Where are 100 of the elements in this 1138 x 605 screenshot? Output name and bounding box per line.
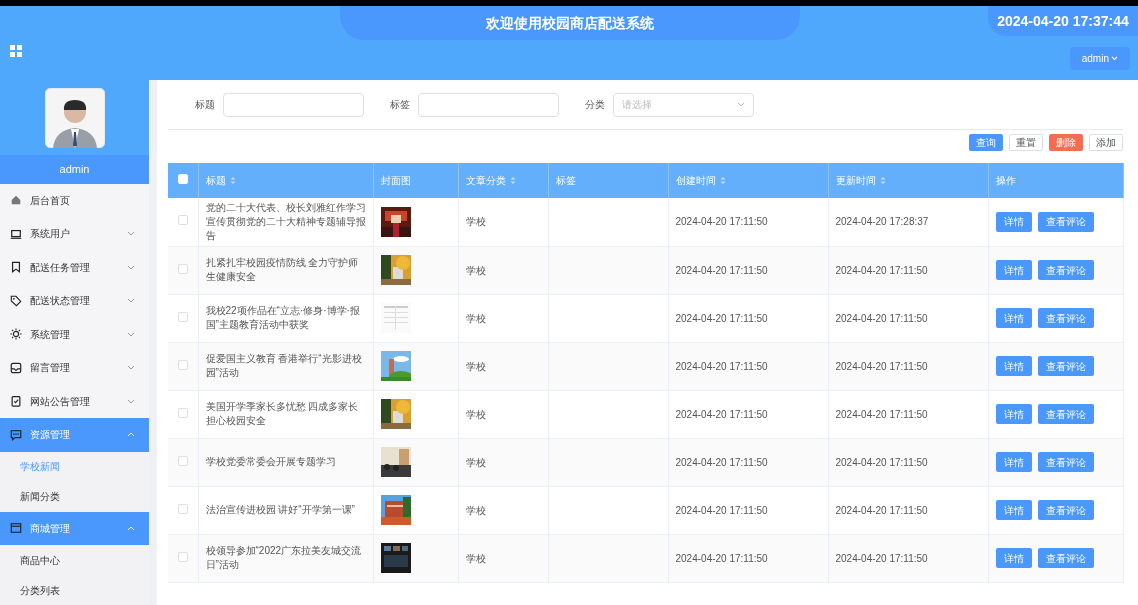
app-title: 欢迎使用校园商店配送系统 xyxy=(486,13,654,33)
row-checkbox[interactable] xyxy=(177,407,188,418)
chevron-up-icon xyxy=(127,525,135,531)
menu-item[interactable]: 商城管理 xyxy=(0,511,149,545)
row-checkbox[interactable] xyxy=(177,503,188,514)
row-checkbox[interactable] xyxy=(177,263,188,274)
column-header: 标签 xyxy=(555,174,576,188)
table-cell: 2024-04-20 17:11:50 xyxy=(668,534,828,582)
row-action-button[interactable]: 详情 xyxy=(995,356,1032,376)
chevron-down-icon xyxy=(127,365,135,371)
menu-item[interactable]: 资源管理 xyxy=(0,418,149,452)
menu-item[interactable]: 配送状态管理 xyxy=(0,284,149,318)
row-action-button[interactable]: 查看评论 xyxy=(1037,211,1094,232)
table-cell: 2024-04-20 17:11:50 xyxy=(668,486,828,534)
input-field[interactable] xyxy=(223,92,364,117)
chevron-down-icon xyxy=(737,102,745,107)
column-header: 更新时间 xyxy=(835,174,876,188)
row-checkbox[interactable] xyxy=(177,311,188,322)
row-action-button[interactable]: 查看评论 xyxy=(1037,404,1094,424)
clipboard-check-icon xyxy=(10,395,22,408)
menu-item[interactable]: 系统用户 xyxy=(0,217,149,251)
field-label: 标签 xyxy=(390,98,410,112)
row-action-button[interactable]: 详情 xyxy=(995,260,1032,280)
action-button[interactable]: 添加 xyxy=(1089,134,1123,151)
inbox-icon xyxy=(10,361,22,374)
chevron-down-icon xyxy=(127,231,135,237)
select-field[interactable]: 请选择 xyxy=(613,92,754,117)
caret-icon xyxy=(1111,56,1118,61)
action-button[interactable]: 重置 xyxy=(1009,134,1043,151)
chevron-up-icon xyxy=(127,432,135,438)
menu-item[interactable]: 网站公告管理 xyxy=(0,384,149,418)
row-checkbox[interactable] xyxy=(177,455,188,466)
row-checkbox[interactable] xyxy=(177,359,188,370)
sort-icon[interactable] xyxy=(229,176,236,185)
column-header: 操作 xyxy=(995,174,1016,188)
store-icon xyxy=(10,522,22,535)
table-cell: 2024-04-20 17:11:50 xyxy=(828,342,988,390)
row-action-button[interactable]: 查看评论 xyxy=(1037,260,1094,280)
row-action-button[interactable]: 查看评论 xyxy=(1037,548,1094,568)
menu-item[interactable]: 系统管理 xyxy=(0,317,149,351)
row-action-button[interactable]: 详情 xyxy=(995,404,1032,424)
table-cell: 学校 xyxy=(458,294,548,342)
row-action-button[interactable]: 详情 xyxy=(995,500,1032,520)
table-cell: 学校 xyxy=(458,198,548,246)
action-button[interactable]: 查询 xyxy=(969,134,1003,151)
user-menu-button[interactable]: admin xyxy=(1069,47,1130,70)
table-cell: 2024-04-20 17:11:50 xyxy=(668,198,828,246)
select-all-checkbox[interactable] xyxy=(177,174,188,184)
table-cell: 学校 xyxy=(458,246,548,294)
apps-grid-icon[interactable] xyxy=(10,45,22,57)
row-action-button[interactable]: 详情 xyxy=(995,211,1032,232)
row-checkbox[interactable] xyxy=(177,551,188,562)
row-action-button[interactable]: 查看评论 xyxy=(1037,356,1094,376)
input-field[interactable] xyxy=(418,92,559,117)
table-cell: 我校22项作品在“立志·修身·博学·报国”主题教育活动中获奖 xyxy=(198,294,373,342)
row-checkbox[interactable] xyxy=(177,215,188,226)
table-cell: 学校党委常委会开展专题学习 xyxy=(198,438,373,486)
chevron-down-icon xyxy=(127,264,135,270)
chevron-down-icon xyxy=(127,298,135,304)
menu-item[interactable]: 留言管理 xyxy=(0,351,149,385)
table-cell: 2024-04-20 17:11:50 xyxy=(828,246,988,294)
row-action-button[interactable]: 详情 xyxy=(995,452,1032,472)
sun-icon xyxy=(10,328,22,341)
action-button[interactable]: 删除 xyxy=(1049,134,1083,151)
chevron-down-icon xyxy=(127,398,135,404)
table-cell: 学校 xyxy=(458,390,548,438)
user-name: admin xyxy=(59,162,90,178)
field-label: 分类 xyxy=(585,98,605,112)
row-action-button[interactable]: 查看评论 xyxy=(1037,308,1094,328)
table-cell: 2024-04-20 17:11:50 xyxy=(668,390,828,438)
sort-icon[interactable] xyxy=(719,176,726,185)
column-header: 标题 xyxy=(205,174,226,188)
sort-icon[interactable] xyxy=(879,176,886,185)
table-cell: 2024-04-20 17:11:50 xyxy=(828,438,988,486)
table-cell: 校领导参加“2022广东拉美友城交流日”活动 xyxy=(198,534,373,582)
table-cell: 2024-04-20 17:11:50 xyxy=(828,486,988,534)
row-action-button[interactable]: 详情 xyxy=(995,308,1032,328)
table-cell: 法治宣传进校园 讲好“开学第一课” xyxy=(198,486,373,534)
menu-item[interactable]: 后台首页 xyxy=(0,183,149,217)
field-label: 标题 xyxy=(195,98,215,112)
home-icon xyxy=(10,194,22,207)
datetime-text: 2024-04-20 17:37:44 xyxy=(997,11,1129,31)
table-cell: 2024-04-20 17:11:50 xyxy=(668,438,828,486)
table-cell: 美国开学季家长多忧愁 四成多家长担心校园安全 xyxy=(198,390,373,438)
row-action-button[interactable]: 查看评论 xyxy=(1037,500,1094,520)
table-cell: 扎紧扎牢校园疫情防线 全力守护师生健康安全 xyxy=(198,246,373,294)
table-cell: 党的二十大代表、校长刘雅红作学习宣传贯彻党的二十大精神专题辅导报告 xyxy=(198,198,373,246)
sort-icon[interactable] xyxy=(509,176,516,185)
column-header: 创建时间 xyxy=(675,174,716,188)
table-cell: 2024-04-20 17:11:50 xyxy=(828,534,988,582)
table-cell: 2024-04-20 17:11:50 xyxy=(828,390,988,438)
column-header: 文章分类 xyxy=(465,174,506,188)
bookmark-icon xyxy=(10,261,22,274)
column-header: 封面图 xyxy=(380,174,411,188)
row-action-button[interactable]: 详情 xyxy=(995,548,1032,568)
table-cell: 2024-04-20 17:11:50 xyxy=(828,294,988,342)
menu-item[interactable]: 配送任务管理 xyxy=(0,250,149,284)
row-action-button[interactable]: 查看评论 xyxy=(1037,452,1094,472)
table-cell: 2024-04-20 17:11:50 xyxy=(668,294,828,342)
table-cell: 2024-04-20 17:28:37 xyxy=(828,198,988,246)
